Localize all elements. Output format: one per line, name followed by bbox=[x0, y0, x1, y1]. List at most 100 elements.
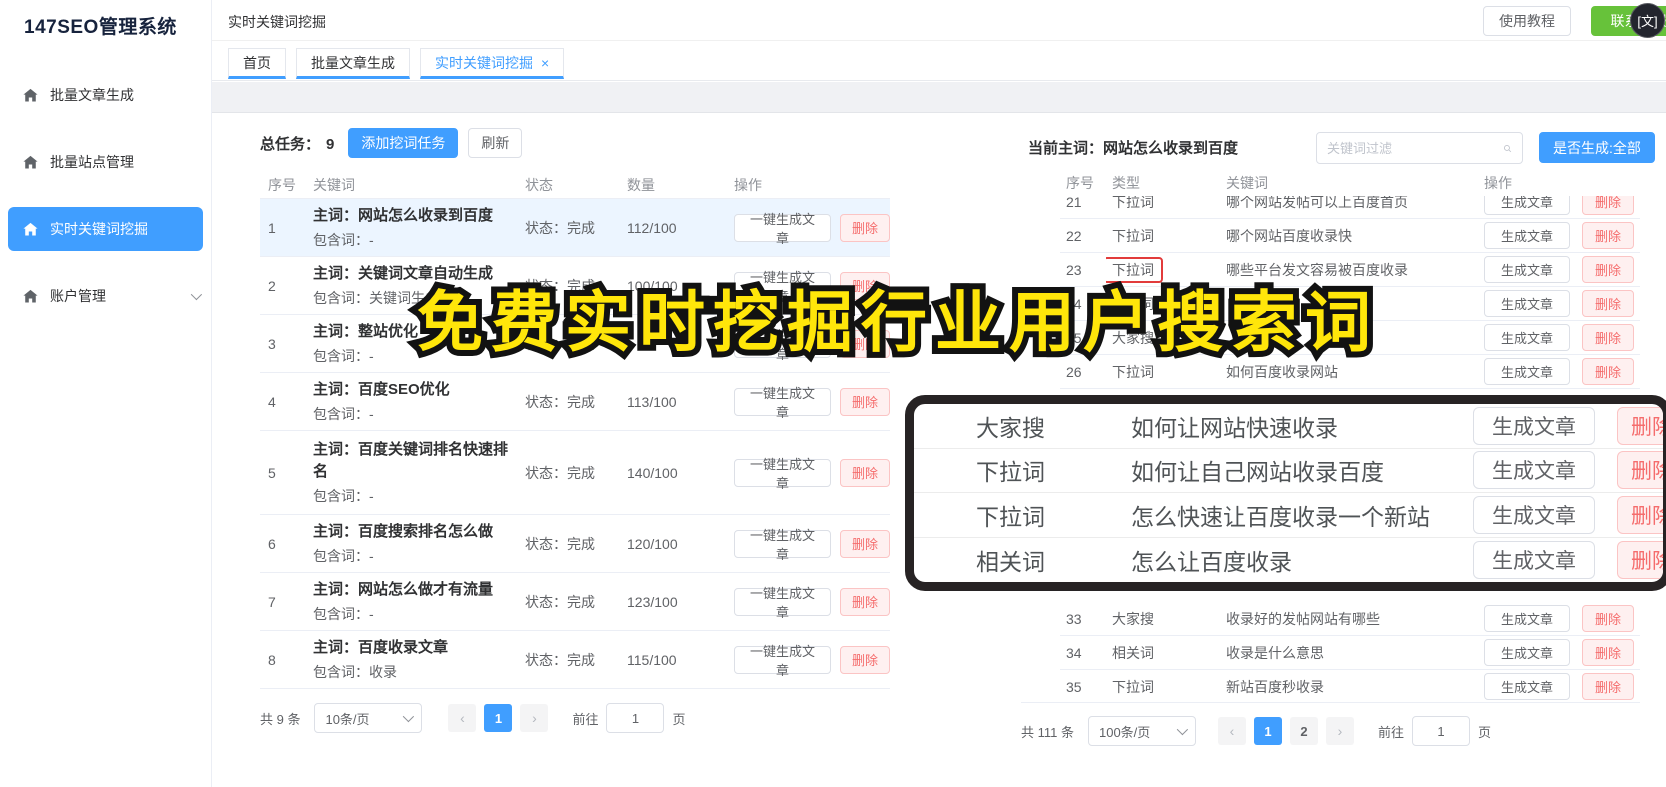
tab-batch-article[interactable]: 批量文章生成 bbox=[296, 48, 410, 79]
delete-button[interactable]: 删除 bbox=[1582, 358, 1634, 385]
delete-button[interactable]: 删除 bbox=[1582, 605, 1634, 632]
delete-button[interactable]: 删除 bbox=[839, 271, 890, 300]
col-keyword: 关键词 bbox=[1226, 175, 1268, 191]
table-row[interactable]: 8 主词：百度收录文章 包含词：收录 状态：完成 115/100 一键生成文章 删除 bbox=[260, 631, 890, 689]
delete-button[interactable]: 删除 bbox=[1582, 196, 1634, 215]
table-row[interactable]: 33 大家搜 收录好的发帖网站有哪些 生成文章 删除 bbox=[1060, 602, 1640, 636]
generate-article-button[interactable]: 生成文章 bbox=[1484, 639, 1570, 666]
generate-article-button[interactable]: 生成文章 bbox=[1484, 324, 1570, 351]
generate-article-button[interactable]: 一键生成文章 bbox=[734, 270, 831, 304]
table-row[interactable]: 3 主词：整站优化 包含词：- 状态：完成 一键生成文章 删除 bbox=[260, 315, 890, 373]
delete-button[interactable]: 删除 bbox=[839, 529, 890, 558]
sidebar-item-account[interactable]: 账户管理 bbox=[0, 274, 211, 318]
page-size-select[interactable]: 100条/页 bbox=[1087, 716, 1196, 746]
generate-article-button[interactable]: 一键生成文章 bbox=[734, 386, 831, 420]
goto-page-input[interactable] bbox=[1412, 716, 1470, 746]
next-page-button[interactable]: › bbox=[1325, 717, 1354, 745]
table-row[interactable]: 6 主词：百度搜索排名怎么做 包含词：- 状态：完成 120/100 一键生成文章… bbox=[260, 515, 890, 573]
translate-icon[interactable]: [文] bbox=[1630, 3, 1665, 38]
magnified-callout: 大家搜 如何让网站快速收录 生成文章 删除 下拉词 如何让自己网站收录百度 生成… bbox=[905, 395, 1666, 591]
table-row[interactable]: 5 主词：百度关键词排名快速排名 包含词：- 状态：完成 140/100 一键生成… bbox=[260, 431, 890, 515]
generate-article-button[interactable]: 生成文章 bbox=[1484, 222, 1570, 249]
prev-page-button[interactable]: ‹ bbox=[1217, 717, 1246, 745]
generate-article-button[interactable]: 一键生成文章 bbox=[734, 328, 831, 362]
generate-article-button[interactable]: 生成文章 bbox=[1484, 290, 1570, 317]
goto-label: 前往 bbox=[572, 711, 599, 727]
prev-page-button[interactable]: ‹ bbox=[448, 704, 477, 732]
delete-button[interactable]: 删除 bbox=[839, 387, 890, 416]
delete-button[interactable]: 删除 bbox=[839, 329, 890, 358]
generate-article-button[interactable]: 一键生成文章 bbox=[734, 212, 831, 246]
generate-article-button[interactable]: 生成文章 bbox=[1484, 256, 1570, 283]
generate-article-button[interactable]: 生成文章 bbox=[1473, 540, 1595, 579]
sidebar-item-batch-article[interactable]: 批量文章生成 bbox=[0, 73, 211, 117]
table-row[interactable]: 24 下拉词 生成文章 删除 bbox=[1060, 287, 1640, 321]
refresh-button[interactable]: 刷新 bbox=[468, 128, 523, 158]
table-row[interactable]: 25 大家搜 生成文章 删除 bbox=[1060, 321, 1640, 355]
col-no: 序号 bbox=[1066, 175, 1094, 191]
delete-button[interactable]: 删除 bbox=[839, 213, 890, 242]
table-row: 大家搜 如何让网站快速收录 生成文章 删除 bbox=[914, 404, 1663, 449]
table-row[interactable]: 23 下拉词 哪些平台发文容易被百度收录 生成文章 删除 bbox=[1060, 253, 1640, 287]
tabbar: 首页 批量文章生成 实时关键词挖掘 × bbox=[212, 41, 1666, 81]
home-icon bbox=[22, 154, 39, 171]
delete-button[interactable]: 删除 bbox=[839, 645, 890, 674]
page-number-button[interactable]: 1 bbox=[484, 704, 513, 732]
table-row[interactable]: 21 下拉词 哪个网站发帖可以上百度首页 生成文章 删除 bbox=[1060, 196, 1640, 219]
delete-button[interactable]: 删除 bbox=[839, 458, 890, 487]
delete-button[interactable]: 删除 bbox=[1582, 639, 1634, 666]
generate-article-button[interactable]: 生成文章 bbox=[1484, 605, 1570, 632]
delete-button[interactable]: 删除 bbox=[1617, 451, 1663, 490]
generate-article-button[interactable]: 一键生成文章 bbox=[734, 457, 831, 491]
col-ops: 操作 bbox=[734, 177, 762, 193]
sidebar-item-realtime-keyword[interactable]: 实时关键词挖掘 bbox=[8, 207, 203, 251]
keywords-table-header: 序号 类型 关键词 操作 bbox=[1060, 170, 1640, 196]
page-number-button[interactable]: 2 bbox=[1289, 717, 1318, 745]
next-page-button[interactable]: › bbox=[520, 704, 549, 732]
delete-button[interactable]: 删除 bbox=[1582, 256, 1634, 283]
table-row[interactable]: 7 主词：网站怎么做才有流量 包含词：- 状态：完成 123/100 一键生成文章… bbox=[260, 573, 890, 631]
tab-home[interactable]: 首页 bbox=[228, 48, 286, 79]
home-icon bbox=[22, 87, 39, 104]
table-row[interactable]: 1 主词：网站怎么收录到百度 包含词：- 状态：完成 112/100 一键生成文章… bbox=[260, 199, 890, 257]
delete-button[interactable]: 删除 bbox=[1617, 540, 1663, 579]
delete-button[interactable]: 删除 bbox=[839, 587, 890, 616]
keyword-filter-field[interactable] bbox=[1316, 132, 1523, 164]
sidebar-item-label: 批量文章生成 bbox=[50, 87, 134, 103]
generate-article-button[interactable]: 生成文章 bbox=[1473, 451, 1595, 490]
generate-article-button[interactable]: 生成文章 bbox=[1473, 495, 1595, 534]
delete-button[interactable]: 删除 bbox=[1582, 324, 1634, 351]
tutorial-button[interactable]: 使用教程 bbox=[1483, 6, 1571, 36]
add-task-button[interactable]: 添加挖词任务 bbox=[348, 128, 459, 158]
table-row[interactable]: 26 下拉词 如何百度收录网站 生成文章 删除 bbox=[1060, 355, 1640, 389]
delete-button[interactable]: 删除 bbox=[1582, 673, 1634, 700]
table-row[interactable]: 35 下拉词 新站百度秒收录 生成文章 删除 bbox=[1060, 670, 1640, 701]
generate-article-button[interactable]: 生成文章 bbox=[1484, 196, 1570, 215]
delete-button[interactable]: 删除 bbox=[1582, 290, 1634, 317]
goto-suffix: 页 bbox=[1478, 724, 1492, 740]
generate-article-button[interactable]: 生成文章 bbox=[1484, 673, 1570, 700]
content-background-strip bbox=[212, 82, 1666, 113]
generate-article-button[interactable]: 生成文章 bbox=[1484, 358, 1570, 385]
page-size-select[interactable]: 10条/页 bbox=[314, 703, 423, 733]
tab-realtime-keyword[interactable]: 实时关键词挖掘 × bbox=[420, 48, 565, 79]
delete-button[interactable]: 删除 bbox=[1617, 406, 1663, 445]
generate-article-button[interactable]: 一键生成文章 bbox=[734, 644, 831, 678]
table-row[interactable]: 22 下拉词 哪个网站百度收录快 生成文章 删除 bbox=[1060, 219, 1640, 253]
keyword-filter-input[interactable] bbox=[1327, 140, 1503, 156]
table-row[interactable]: 2 主词：关键词文章自动生成 包含词：关键词生成 状态：完成 100/100 一键… bbox=[260, 257, 890, 315]
table-row[interactable]: 4 主词：百度SEO优化 包含词：- 状态：完成 113/100 一键生成文章 删除 bbox=[260, 373, 890, 431]
delete-button[interactable]: 删除 bbox=[1617, 495, 1663, 534]
generate-all-button[interactable]: 是否生成:全部 bbox=[1539, 132, 1655, 163]
app-root: 147SEO管理系统 批量文章生成 批量站点管理 实时关键词挖掘 账户管理 实时… bbox=[0, 0, 1666, 787]
sidebar-item-batch-site[interactable]: 批量站点管理 bbox=[0, 140, 211, 184]
table-row[interactable]: 34 相关词 收录是什么意思 生成文章 删除 bbox=[1060, 636, 1640, 670]
close-icon[interactable]: × bbox=[541, 56, 549, 70]
keywords-table-body: 21 下拉词 哪个网站发帖可以上百度首页 生成文章 删除 22 下拉词 哪个网站… bbox=[1060, 196, 1640, 397]
goto-page-input[interactable] bbox=[606, 703, 665, 733]
generate-article-button[interactable]: 生成文章 bbox=[1473, 406, 1595, 445]
generate-article-button[interactable]: 一键生成文章 bbox=[734, 586, 831, 620]
page-number-button[interactable]: 1 bbox=[1253, 717, 1282, 745]
delete-button[interactable]: 删除 bbox=[1582, 222, 1634, 249]
generate-article-button[interactable]: 一键生成文章 bbox=[734, 528, 831, 562]
